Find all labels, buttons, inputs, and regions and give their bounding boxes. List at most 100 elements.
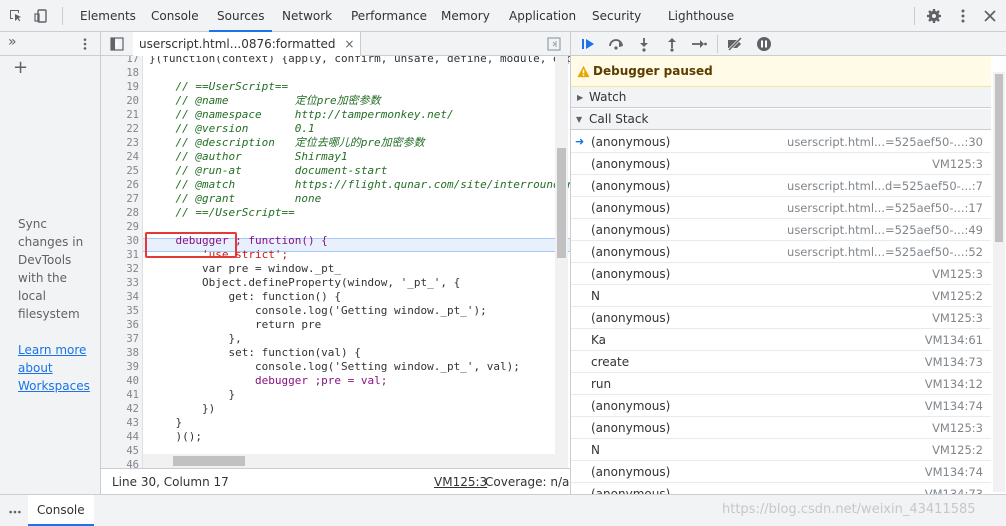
call-frame-location[interactable]: userscript.html...d=525aef50-...:7 xyxy=(787,175,983,197)
line-number[interactable]: 27 xyxy=(101,192,139,206)
call-frame[interactable]: (anonymous) VM125:3 xyxy=(571,417,991,439)
tab-sources[interactable]: Sources xyxy=(209,0,273,32)
tab-elements[interactable]: Elements xyxy=(80,0,136,32)
call-frame-location[interactable]: VM134:61 xyxy=(925,329,983,351)
call-frame-location[interactable]: VM125:3 xyxy=(932,417,983,439)
step-icon[interactable] xyxy=(691,36,707,52)
call-frame[interactable]: run VM134:12 xyxy=(571,373,991,395)
more-vertical-icon[interactable] xyxy=(955,8,971,24)
close-devtools-icon[interactable] xyxy=(982,8,998,24)
line-number[interactable]: 28 xyxy=(101,206,139,220)
call-stack-section-header[interactable]: ▼ Call Stack xyxy=(571,109,991,130)
line-number[interactable]: 35 xyxy=(101,304,139,318)
source-link[interactable]: VM125:3 xyxy=(434,475,487,489)
line-number[interactable]: 21 xyxy=(101,108,139,122)
call-frame[interactable]: (anonymous) userscript.html...=525aef50-.… xyxy=(571,241,991,263)
tab-application[interactable]: Application xyxy=(509,0,576,32)
line-number[interactable]: 39 xyxy=(101,360,139,374)
step-out-icon[interactable] xyxy=(665,36,679,52)
call-frame[interactable]: N VM125:2 xyxy=(571,439,991,461)
call-frame[interactable]: (anonymous) VM125:3 xyxy=(571,307,991,329)
resume-icon[interactable] xyxy=(580,36,596,52)
line-number[interactable]: 45 xyxy=(101,444,139,458)
call-frame[interactable]: (anonymous) userscript.html...=525aef50-.… xyxy=(571,197,991,219)
call-frame[interactable]: (anonymous) VM134:74 xyxy=(571,461,991,483)
call-frame[interactable]: ➜ (anonymous) userscript.html...=525aef50-… xyxy=(571,131,991,153)
line-number[interactable]: 33 xyxy=(101,276,139,290)
tab-lighthouse[interactable]: Lighthouse xyxy=(668,0,734,32)
more-tabs-chevron-icon[interactable]: » xyxy=(8,34,17,50)
call-frame-location[interactable]: VM125:2 xyxy=(932,285,983,307)
drawer-tab-console[interactable]: Console xyxy=(28,495,94,526)
line-number[interactable]: 38 xyxy=(101,346,139,360)
device-toolbar-icon[interactable] xyxy=(34,8,50,24)
line-number[interactable]: 41 xyxy=(101,388,139,402)
line-number[interactable]: 24 xyxy=(101,150,139,164)
code-area[interactable]: 17 18 19 20 21 22 23 24 25 26 27 28 29 30 31 32 33 34 35 36… xyxy=(101,56,570,468)
call-frame-location[interactable]: VM134:73 xyxy=(925,351,983,373)
step-into-icon[interactable] xyxy=(637,36,651,52)
line-number[interactable]: 36 xyxy=(101,318,139,332)
call-frame[interactable]: N VM125:2 xyxy=(571,285,991,307)
deactivate-breakpoints-icon[interactable] xyxy=(726,36,744,52)
line-number[interactable]: 46 xyxy=(101,458,139,468)
line-number[interactable]: 31 xyxy=(101,248,139,262)
step-over-icon[interactable] xyxy=(607,36,625,52)
call-frame-location[interactable]: VM125:3 xyxy=(932,307,983,329)
line-number[interactable]: 22 xyxy=(101,122,139,136)
line-number[interactable]: 23 xyxy=(101,136,139,150)
call-frame-location[interactable]: userscript.html...=525aef50-...:49 xyxy=(787,219,983,241)
close-tab-icon[interactable]: × xyxy=(344,37,354,51)
line-number[interactable]: 32 xyxy=(101,262,139,276)
call-frame-location[interactable]: userscript.html...=525aef50-...:52 xyxy=(787,241,983,263)
tab-performance[interactable]: Performance xyxy=(351,0,427,32)
line-number[interactable]: 18 xyxy=(101,66,139,80)
learn-more-workspaces-link[interactable]: Workspaces xyxy=(18,377,90,395)
call-frame[interactable]: Ka VM134:61 xyxy=(571,329,991,351)
more-vertical-icon[interactable] xyxy=(78,37,92,51)
call-frame[interactable]: (anonymous) userscript.html...=525aef50-.… xyxy=(571,219,991,241)
line-number[interactable]: 29 xyxy=(101,220,139,234)
tab-security[interactable]: Security xyxy=(592,0,641,32)
toggle-debugger-icon[interactable] xyxy=(547,37,561,51)
settings-gear-icon[interactable] xyxy=(926,8,942,24)
line-number[interactable]: 30 xyxy=(101,234,139,248)
inspect-element-icon[interactable] xyxy=(8,8,24,24)
tab-memory[interactable]: Memory xyxy=(441,0,490,32)
learn-more-workspaces-link[interactable]: about xyxy=(18,359,53,377)
learn-more-workspaces-link[interactable]: Learn more xyxy=(18,341,86,359)
call-frame-location[interactable]: VM134:74 xyxy=(925,461,983,483)
pause-on-exceptions-icon[interactable] xyxy=(756,36,772,52)
line-number-gutter[interactable]: 17 18 19 20 21 22 23 24 25 26 27 28 29 30 31 32 33 34 35 36… xyxy=(101,56,143,468)
call-frame[interactable]: create VM134:73 xyxy=(571,351,991,373)
call-frame-location[interactable]: VM134:12 xyxy=(925,373,983,395)
editor-vertical-scrollbar[interactable] xyxy=(555,56,568,468)
sidebar-scrollbar[interactable] xyxy=(993,72,1005,492)
add-folder-icon[interactable]: + xyxy=(13,59,28,77)
call-frame[interactable]: (anonymous) VM134:74 xyxy=(571,395,991,417)
line-number[interactable]: 42 xyxy=(101,402,139,416)
call-frame[interactable]: (anonymous) userscript.html...d=525aef50-… xyxy=(571,175,991,197)
more-vertical-icon[interactable] xyxy=(8,505,22,519)
line-number[interactable]: 20 xyxy=(101,94,139,108)
call-frame[interactable]: (anonymous) VM125:3 xyxy=(571,263,991,285)
toggle-navigator-icon[interactable] xyxy=(110,37,124,51)
line-number[interactable]: 44 xyxy=(101,430,139,444)
call-frame-location[interactable]: userscript.html...=525aef50-...:30 xyxy=(787,131,983,153)
editor-horizontal-scrollbar[interactable] xyxy=(143,454,555,468)
call-frame[interactable]: (anonymous) VM125:3 xyxy=(571,153,991,175)
call-frame-location[interactable]: VM125:3 xyxy=(932,153,983,175)
editor-file-tab[interactable]: userscript.html...0876:formatted × xyxy=(133,32,362,56)
line-number[interactable]: 17 xyxy=(101,56,139,66)
line-number[interactable]: 19 xyxy=(101,80,139,94)
tab-console[interactable]: Console xyxy=(151,0,199,32)
call-frame-location[interactable]: VM134:74 xyxy=(925,395,983,417)
line-number[interactable]: 34 xyxy=(101,290,139,304)
line-number[interactable]: 26 xyxy=(101,178,139,192)
line-number[interactable]: 43 xyxy=(101,416,139,430)
tab-network[interactable]: Network xyxy=(282,0,332,32)
watch-section-header[interactable]: ▶ Watch xyxy=(571,87,991,108)
call-frame-location[interactable]: VM125:3 xyxy=(932,263,983,285)
call-frame-location[interactable]: VM125:2 xyxy=(932,439,983,461)
line-number[interactable]: 37 xyxy=(101,332,139,346)
